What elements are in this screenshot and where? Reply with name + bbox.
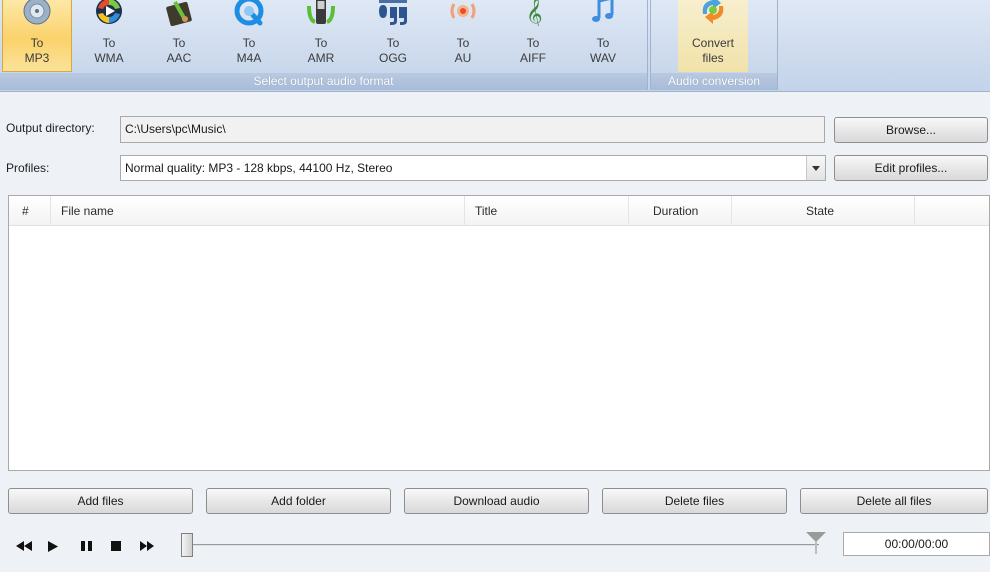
aac-icon — [163, 0, 195, 26]
volume-indicator-icon[interactable] — [806, 532, 826, 557]
to-wav-label-top: To — [596, 36, 610, 50]
seek-track[interactable] — [185, 544, 819, 546]
pause-icon[interactable] — [77, 536, 95, 556]
profiles-dropdown[interactable]: Normal quality: MP3 - 128 kbps, 44100 Hz… — [120, 155, 826, 181]
to-amr-label-top: To — [314, 36, 328, 50]
to-aiff-label-format: AIFF — [520, 51, 546, 65]
aiff-treble-clef-icon: 𝄞 — [517, 0, 549, 26]
to-amr-label-format: AMR — [307, 51, 335, 65]
to-au-label-top: To — [456, 36, 470, 50]
au-speaker-icon — [447, 0, 479, 26]
to-ogg-label-top: To — [386, 36, 400, 50]
add-folder-button[interactable]: Add folder — [206, 488, 391, 514]
profiles-label: Profiles: — [6, 161, 50, 175]
to-ogg-label-format: OGG — [378, 51, 407, 65]
to-m4a-label-top: To — [242, 36, 256, 50]
wav-note-icon — [587, 0, 619, 26]
to-aac-button[interactable]: To AAC — [144, 0, 214, 72]
column-header-number[interactable]: # — [9, 196, 51, 226]
to-au-button[interactable]: To AU — [428, 0, 498, 72]
convert-files-button[interactable]: Convert files — [678, 0, 748, 72]
column-header-file-name[interactable]: File name — [51, 196, 465, 226]
amr-phone-icon — [305, 0, 337, 26]
to-aiff-label-top: To — [526, 36, 540, 50]
play-icon[interactable] — [44, 536, 62, 556]
column-header-duration[interactable]: Duration — [629, 196, 732, 226]
to-mp3-label-top: To — [30, 36, 44, 50]
formats-group-label: Select output audio format — [0, 73, 647, 90]
svg-text:𝄞: 𝄞 — [526, 0, 543, 26]
edit-profiles-button[interactable]: Edit profiles... — [834, 155, 988, 181]
column-header-title[interactable]: Title — [465, 196, 629, 226]
to-aiff-button[interactable]: 𝄞 To AIFF — [498, 0, 568, 72]
conversion-group-label: Audio conversion — [651, 73, 777, 90]
output-directory-field[interactable]: C:\Users\pc\Music\ — [120, 116, 825, 143]
seek-thumb[interactable] — [181, 533, 193, 557]
delete-files-button[interactable]: Delete files — [602, 488, 787, 514]
to-ogg-button[interactable]: To OGG — [358, 0, 428, 72]
ribbon-toolbar: To MP3 To WMA To AAC To M4A To AMR To OG… — [0, 0, 990, 92]
rewind-icon[interactable] — [14, 536, 34, 556]
column-header-state[interactable]: State — [732, 196, 915, 226]
chevron-down-icon[interactable] — [806, 156, 825, 180]
to-wma-button[interactable]: To WMA — [74, 0, 144, 72]
output-format-group: To MP3 To WMA To AAC To M4A To AMR To OG… — [0, 0, 648, 90]
convert-label-top: Convert — [691, 36, 735, 50]
output-directory-label: Output directory: — [6, 121, 95, 135]
file-list-header: # File name Title Duration State — [9, 196, 989, 226]
to-aac-label-top: To — [172, 36, 186, 50]
add-files-button[interactable]: Add files — [8, 488, 193, 514]
to-m4a-button[interactable]: To M4A — [214, 0, 284, 72]
time-display: 00:00/00:00 — [843, 532, 990, 556]
to-mp3-button[interactable]: To MP3 — [2, 0, 72, 72]
to-wav-button[interactable]: To WAV — [568, 0, 638, 72]
ogg-logo-icon — [377, 0, 409, 26]
wma-play-icon — [93, 0, 125, 26]
audio-conversion-group: Convert files Audio conversion — [650, 0, 778, 90]
to-wma-label-top: To — [102, 36, 116, 50]
mp3-disc-icon — [21, 0, 53, 26]
delete-all-files-button[interactable]: Delete all files — [800, 488, 988, 514]
convert-files-icon — [697, 0, 729, 26]
m4a-quicktime-icon — [233, 0, 265, 26]
convert-label-bottom: files — [702, 51, 724, 65]
to-amr-button[interactable]: To AMR — [286, 0, 356, 72]
to-m4a-label-format: M4A — [236, 51, 262, 65]
to-aac-label-format: AAC — [166, 51, 192, 65]
download-audio-button[interactable]: Download audio — [404, 488, 589, 514]
profiles-selected-value: Normal quality: MP3 - 128 kbps, 44100 Hz… — [125, 161, 393, 175]
to-wav-label-format: WAV — [590, 51, 616, 65]
file-list[interactable]: # File name Title Duration State — [8, 195, 990, 471]
browse-button[interactable]: Browse... — [834, 117, 988, 143]
stop-icon[interactable] — [107, 536, 125, 556]
fast-forward-icon[interactable] — [137, 536, 157, 556]
to-mp3-label-format: MP3 — [24, 51, 50, 65]
to-au-label-format: AU — [454, 51, 472, 65]
to-wma-label-format: WMA — [94, 51, 124, 65]
